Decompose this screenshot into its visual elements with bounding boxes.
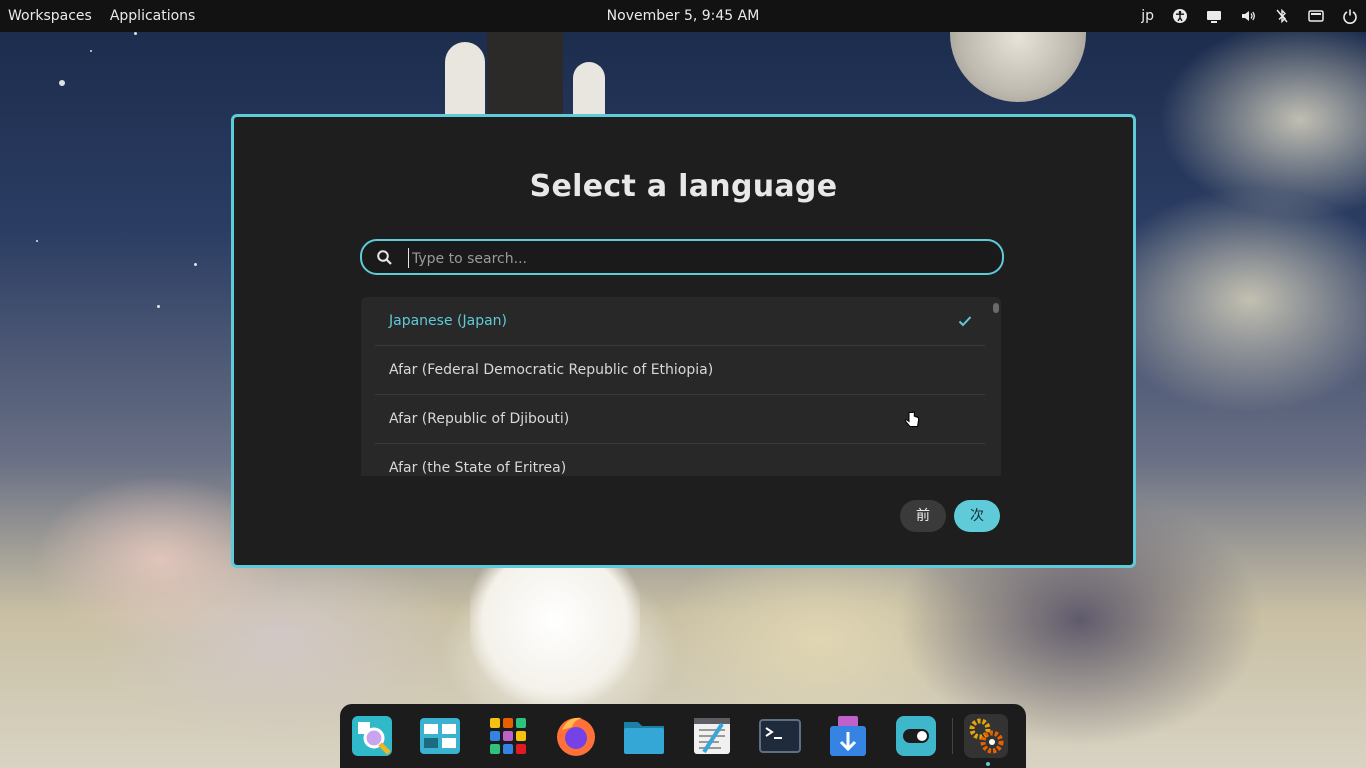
multitasking-view-icon[interactable] <box>418 714 462 758</box>
search-icon <box>376 249 394 267</box>
dock <box>340 704 1026 768</box>
clock[interactable]: November 5, 9:45 AM <box>607 8 760 24</box>
language-item-afar-eritrea[interactable]: Afar (the State of Eritrea) <box>375 444 985 476</box>
keyboard-layout-indicator[interactable]: jp <box>1141 8 1154 24</box>
language-item-label: Afar (Republic of Djibouti) <box>389 411 570 427</box>
language-item-japanese-japan[interactable]: Japanese (Japan) <box>375 297 985 346</box>
previous-button[interactable]: 前 <box>900 500 946 532</box>
workspaces-button[interactable]: Workspaces <box>8 8 92 24</box>
power-icon[interactable] <box>1342 8 1358 24</box>
star <box>134 32 137 35</box>
bluetooth-off-icon[interactable] <box>1274 8 1290 24</box>
files-icon[interactable] <box>622 714 666 758</box>
next-button[interactable]: 次 <box>954 500 1000 532</box>
language-item-label: Afar (the State of Eritrea) <box>389 460 567 476</box>
star <box>194 263 197 266</box>
language-item-label: Afar (Federal Democratic Republic of Eth… <box>389 362 714 378</box>
star <box>36 240 38 242</box>
language-item-afar-djibouti[interactable]: Afar (Republic of Djibouti) <box>375 395 985 444</box>
running-indicator <box>986 762 990 766</box>
firefox-icon[interactable] <box>554 714 598 758</box>
checkmark-icon <box>957 313 973 329</box>
search-field[interactable] <box>360 239 1004 275</box>
top-panel: Workspaces Applications November 5, 9:45… <box>0 0 1366 32</box>
app-grid-icon[interactable] <box>486 714 530 758</box>
installer-icon[interactable] <box>826 714 870 758</box>
settings-icon[interactable] <box>964 714 1008 758</box>
rocket-image <box>445 32 605 114</box>
language-dialog: Select a language Japanese (Japan) Afar … <box>231 114 1136 568</box>
hand-cursor-icon <box>902 410 922 430</box>
list-scrollbar[interactable] <box>993 303 999 313</box>
language-item-label: Japanese (Japan) <box>389 313 507 329</box>
star <box>157 305 160 308</box>
dialog-title: Select a language <box>529 169 838 204</box>
applications-button[interactable]: Applications <box>110 8 196 24</box>
dock-separator <box>952 718 953 754</box>
language-item-afar-ethiopia[interactable]: Afar (Federal Democratic Republic of Eth… <box>375 346 985 395</box>
language-list[interactable]: Japanese (Japan) Afar (Federal Democrati… <box>361 297 1001 476</box>
keyboard-icon[interactable] <box>1308 8 1324 24</box>
text-caret <box>408 248 409 268</box>
magnifier-icon[interactable] <box>350 714 394 758</box>
tweaks-icon[interactable] <box>894 714 938 758</box>
display-icon[interactable] <box>1206 8 1222 24</box>
accessibility-icon[interactable] <box>1172 8 1188 24</box>
search-input[interactable] <box>410 245 984 273</box>
text-editor-icon[interactable] <box>690 714 734 758</box>
rocket-exhaust-image <box>470 565 640 705</box>
star <box>59 80 65 86</box>
star <box>90 50 92 52</box>
volume-icon[interactable] <box>1240 8 1256 24</box>
terminal-icon[interactable] <box>758 714 802 758</box>
